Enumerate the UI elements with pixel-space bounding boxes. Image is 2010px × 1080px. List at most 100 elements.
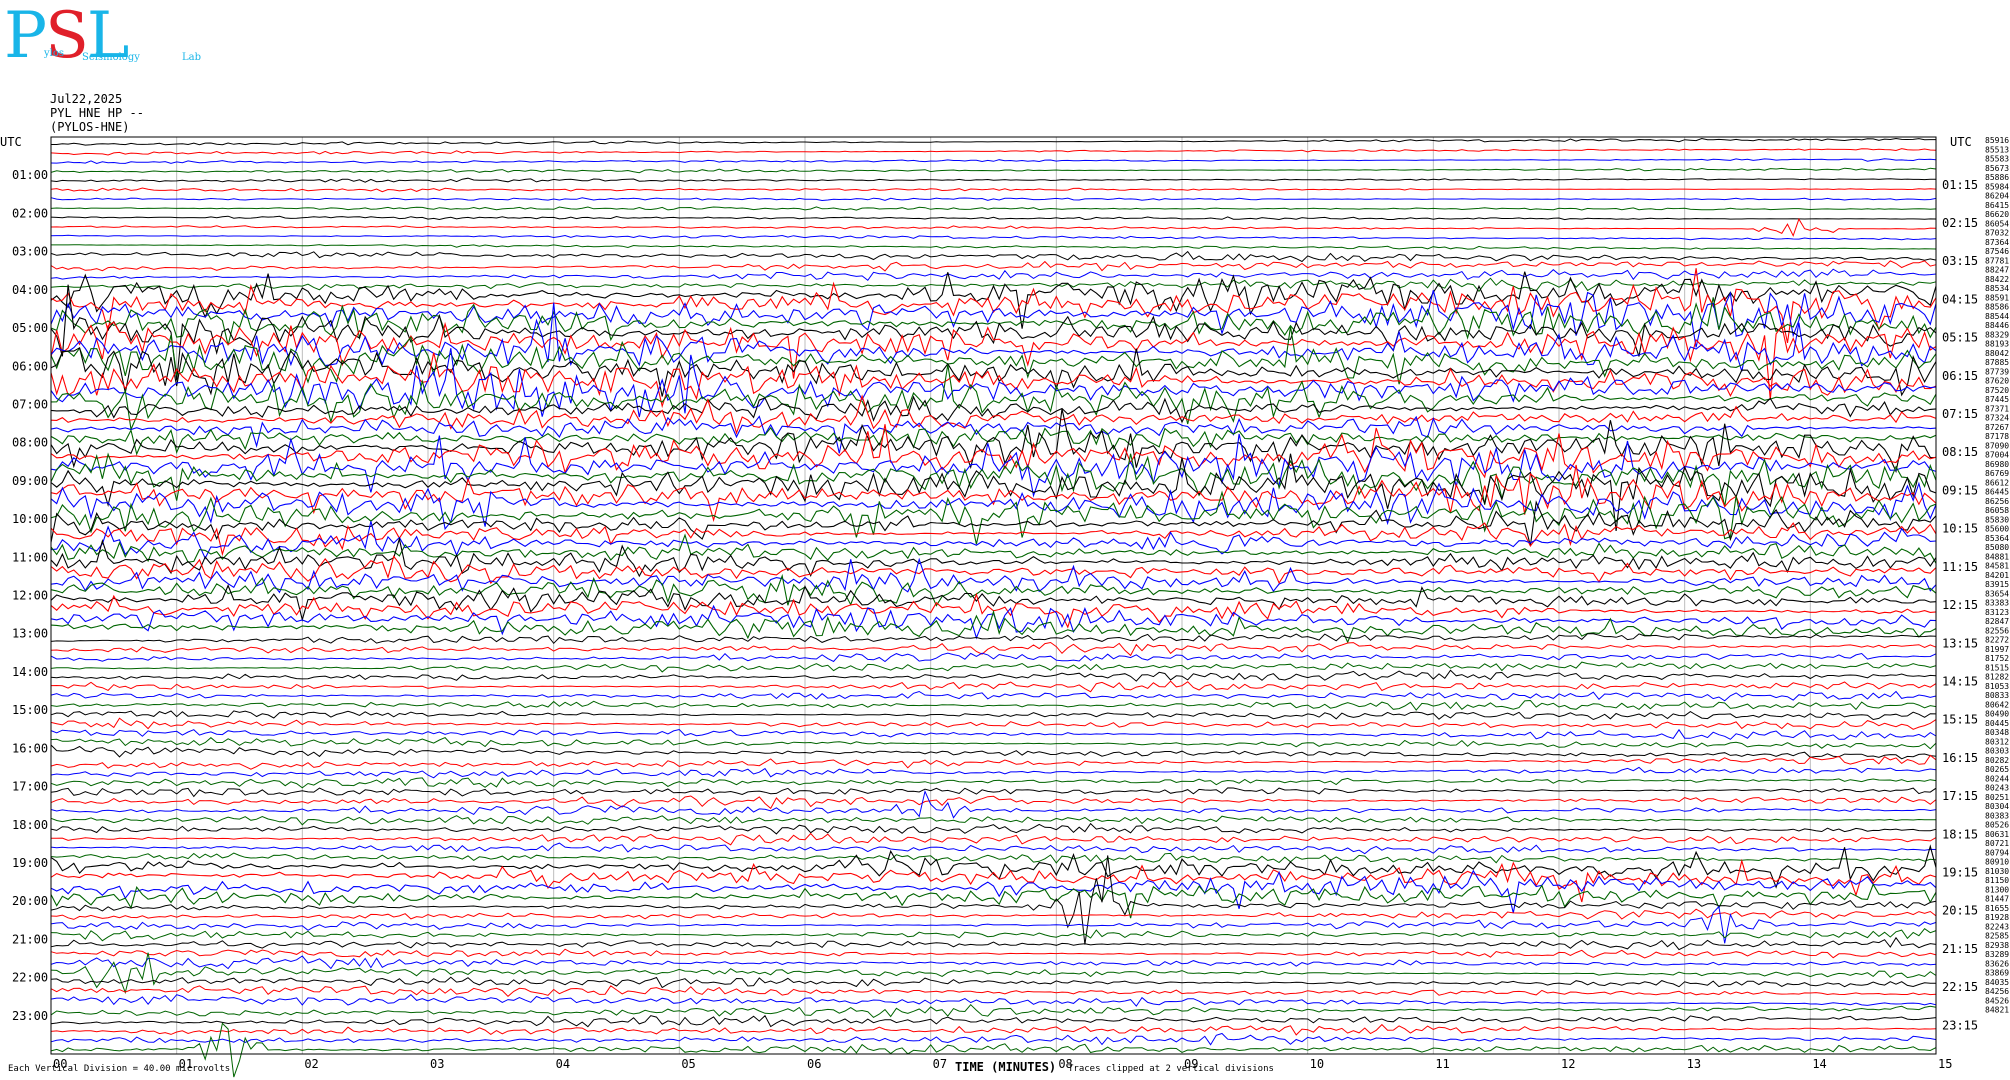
count-label: 82272	[1985, 636, 2009, 645]
seismic-trace	[50, 976, 1936, 989]
seismic-trace	[50, 699, 1937, 711]
x-axis-title: TIME (MINUTES)	[955, 1060, 1057, 1074]
seismic-trace	[50, 260, 1937, 272]
hour-label-left: 02:00	[12, 206, 48, 220]
count-label: 83289	[1985, 950, 2009, 959]
hour-label-left: 05:00	[12, 321, 48, 335]
seismic-trace	[50, 268, 1937, 282]
x-tick-label: 02	[304, 1057, 318, 1071]
hour-label-left: 20:00	[12, 894, 48, 908]
count-label: 85080	[1985, 543, 2009, 552]
trace-layer	[50, 137, 1937, 1078]
seismic-trace	[50, 1003, 1937, 1019]
seismic-trace	[50, 250, 1937, 263]
count-label: 85513	[1985, 145, 2009, 154]
count-label: 81300	[1985, 885, 2009, 894]
seismic-trace	[50, 690, 1937, 702]
count-label: 84821	[1985, 1006, 2009, 1015]
x-tick-label: 12	[1561, 1057, 1575, 1071]
seismic-trace	[50, 197, 1937, 202]
seismic-trace	[51, 244, 1937, 250]
count-label: 87620	[1985, 377, 2009, 386]
count-label: 82556	[1985, 626, 2009, 635]
count-label: 87520	[1985, 386, 2009, 395]
count-label: 88247	[1985, 266, 2009, 275]
footer-note: Traces clipped at 2 vertical divisions	[1068, 1064, 1274, 1074]
hour-label-left: 18:00	[12, 818, 48, 832]
count-label: 84256	[1985, 987, 2009, 996]
count-label: 80312	[1985, 737, 2009, 746]
count-label: 88586	[1985, 303, 2009, 312]
hour-label-right: 08:15	[1942, 445, 1978, 459]
seismic-trace	[50, 573, 1937, 607]
seismic-trace	[50, 710, 1937, 721]
count-label: 80265	[1985, 765, 2009, 774]
count-label: 88042	[1985, 349, 2009, 358]
count-label: 86620	[1985, 210, 2009, 219]
count-label: 80383	[1985, 811, 2009, 820]
seismic-trace	[50, 1014, 1937, 1028]
hour-label-right: 01:15	[1942, 178, 1978, 192]
count-label: 87739	[1985, 367, 2009, 376]
count-label: 85886	[1985, 173, 2009, 182]
x-tick-label: 05	[681, 1057, 695, 1071]
count-label: 81282	[1985, 673, 2009, 682]
count-label: 81053	[1985, 682, 2009, 691]
count-label: 84526	[1985, 996, 2009, 1005]
count-label: 84581	[1985, 562, 2009, 571]
count-label: 85583	[1985, 155, 2009, 164]
count-label: 80794	[1985, 848, 2009, 857]
seismic-trace	[50, 815, 1936, 826]
hour-label-right: 17:15	[1942, 789, 1978, 803]
count-label: 86980	[1985, 460, 2009, 469]
seismic-trace	[50, 217, 1937, 238]
hour-label-right: 22:15	[1942, 980, 1978, 994]
count-label: 82847	[1985, 617, 2009, 626]
count-label: 80833	[1985, 691, 2009, 700]
count-label: 80303	[1985, 747, 2009, 756]
hour-label-left: 06:00	[12, 359, 48, 373]
seismic-trace	[50, 869, 1937, 914]
count-label: 87004	[1985, 451, 2009, 460]
count-label: 87364	[1985, 238, 2009, 247]
hour-label-right: 09:15	[1942, 483, 1978, 497]
seismic-trace	[50, 433, 1937, 498]
count-label: 82585	[1985, 932, 2009, 941]
count-label: 81752	[1985, 654, 2009, 663]
seismic-trace	[50, 766, 1937, 779]
seismic-trace	[50, 522, 1937, 557]
x-tick-label: 13	[1687, 1057, 1701, 1071]
seismic-trace	[50, 490, 1937, 545]
hour-label-left: 07:00	[12, 397, 48, 411]
x-tick-label: 15	[1938, 1057, 1952, 1071]
x-tick-label: 04	[556, 1057, 570, 1071]
hour-label-left: 15:00	[12, 703, 48, 717]
count-label: 86445	[1985, 488, 2009, 497]
count-label: 84881	[1985, 552, 2009, 561]
x-tick-label: 07	[933, 1057, 947, 1071]
hour-label-left: 17:00	[12, 780, 48, 794]
seismic-trace	[50, 234, 1937, 241]
count-label: 88329	[1985, 330, 2009, 339]
seismic-trace	[50, 641, 1937, 657]
hour-label-left: 09:00	[12, 474, 48, 488]
seismic-trace	[50, 717, 1937, 730]
count-label: 84035	[1985, 978, 2009, 987]
seismic-trace	[50, 948, 1937, 959]
seismic-trace	[50, 787, 1937, 798]
count-label: 85984	[1985, 182, 2009, 191]
count-label: 85916	[1985, 136, 2009, 145]
count-label: 88544	[1985, 312, 2009, 321]
seismic-trace	[50, 633, 1937, 645]
count-label: 81997	[1985, 645, 2009, 654]
count-label: 88193	[1985, 340, 2009, 349]
hour-label-left: 21:00	[12, 932, 48, 946]
seismic-trace	[50, 728, 1937, 740]
hour-label-left: 14:00	[12, 665, 48, 679]
seismic-trace	[50, 936, 1937, 951]
plot-frame	[50, 136, 1937, 1055]
count-label: 80721	[1985, 839, 2009, 848]
hour-label-right: 14:15	[1942, 674, 1978, 688]
seismic-trace	[50, 187, 1937, 193]
count-label: 88534	[1985, 284, 2009, 293]
